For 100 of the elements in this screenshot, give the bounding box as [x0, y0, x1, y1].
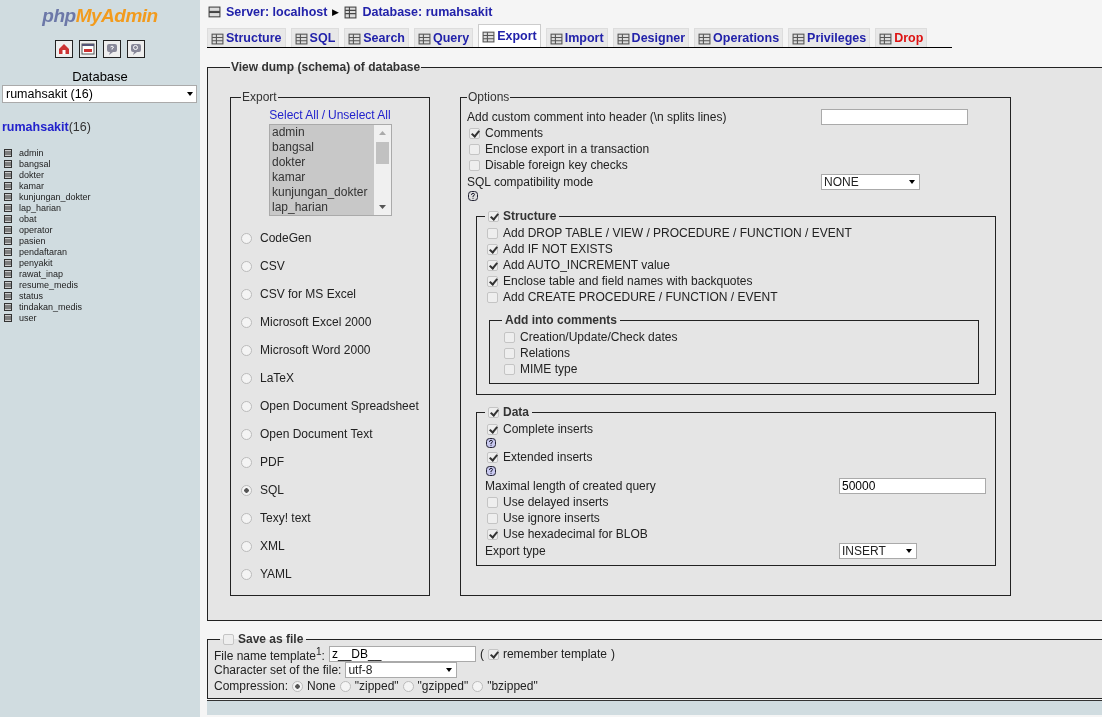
table-icon[interactable] — [4, 181, 12, 190]
table-link[interactable]: kunjungan_dokter — [19, 191, 91, 202]
radio-button[interactable] — [241, 260, 252, 272]
input-field[interactable]: 50000 — [839, 477, 986, 494]
table-link[interactable]: kamar — [19, 180, 44, 191]
checkbox[interactable] — [487, 423, 498, 435]
radio-button[interactable] — [402, 680, 414, 692]
table-link[interactable]: bangsal — [19, 158, 51, 169]
table-link[interactable]: rawat_inap — [19, 268, 64, 279]
database-select[interactable]: rumahsakit (16) — [2, 85, 197, 103]
database-link[interactable]: rumahsakit — [2, 120, 69, 134]
radio-button[interactable] — [241, 484, 252, 496]
checkbox[interactable] — [504, 331, 515, 343]
tab[interactable]: Query — [414, 28, 474, 47]
radio-button[interactable] — [292, 680, 304, 692]
table-icon[interactable] — [4, 269, 12, 278]
table-link[interactable]: pasien — [19, 235, 46, 246]
table-link[interactable]: dokter — [19, 169, 44, 180]
checkbox[interactable] — [469, 159, 480, 171]
radio-button[interactable] — [241, 568, 252, 580]
checkbox[interactable] — [223, 633, 234, 645]
database-link[interactable]: Database: rumahsakit — [362, 5, 493, 19]
select-all-link[interactable]: Select All — [269, 108, 319, 122]
help-icon[interactable] — [486, 438, 496, 448]
charset-select[interactable]: utf-8 — [345, 662, 458, 678]
table-icon[interactable] — [4, 280, 12, 289]
table-icon[interactable] — [4, 258, 12, 267]
compatibility-select[interactable]: NONE — [821, 173, 920, 190]
input-field[interactable] — [821, 108, 968, 125]
table-link[interactable]: pendaftaran — [19, 246, 68, 257]
table-icon[interactable] — [4, 170, 12, 179]
tab[interactable]: Operations — [694, 28, 784, 47]
table-icon[interactable] — [4, 192, 12, 201]
checkbox[interactable] — [487, 648, 499, 660]
unselect-all-link[interactable]: Unselect All — [328, 108, 391, 122]
radio-button[interactable] — [241, 316, 252, 328]
table-icon[interactable] — [4, 203, 12, 212]
checkbox[interactable] — [488, 210, 499, 222]
checkbox[interactable] — [487, 451, 498, 463]
checkbox[interactable] — [504, 363, 515, 375]
checkbox[interactable] — [488, 406, 499, 418]
table-link[interactable]: resume_medis — [19, 279, 79, 290]
table-link[interactable]: status — [19, 290, 43, 301]
radio-button[interactable] — [241, 372, 252, 384]
export-type-select[interactable]: INSERT — [839, 542, 917, 559]
radio-button[interactable] — [241, 512, 252, 524]
checkbox[interactable] — [487, 291, 498, 303]
checkbox[interactable] — [487, 528, 498, 540]
table-icon[interactable] — [4, 148, 12, 157]
tab[interactable]: Structure — [207, 28, 286, 47]
server-link[interactable]: Server: localhost — [226, 5, 328, 19]
tab[interactable]: Designer — [612, 28, 690, 47]
table-listbox[interactable]: admin bangsal dokter kamar kunjungan_dokter lap_harian — [269, 124, 392, 216]
table-link[interactable]: tindakan_medis — [19, 301, 83, 312]
checkbox[interactable] — [504, 347, 515, 359]
format-label: Texy! text — [260, 511, 311, 525]
table-link[interactable]: operator — [19, 224, 53, 235]
tab[interactable]: Search — [344, 28, 409, 47]
help-icon[interactable] — [486, 466, 496, 476]
table-icon[interactable] — [4, 247, 12, 256]
table-icon[interactable] — [4, 214, 12, 223]
table-icon[interactable] — [4, 302, 12, 311]
sql-window-icon[interactable] — [79, 40, 97, 58]
table-link[interactable]: obat — [19, 213, 37, 224]
tab[interactable]: Import — [545, 28, 608, 47]
table-link[interactable]: user — [19, 312, 37, 323]
checkbox[interactable] — [469, 143, 480, 155]
radio-button[interactable] — [241, 232, 252, 244]
radio-button[interactable] — [241, 428, 252, 440]
tab[interactable]: Privileges — [788, 28, 871, 47]
table-link[interactable]: penyakit — [19, 257, 53, 268]
help-icon[interactable] — [468, 191, 478, 201]
radio-button[interactable] — [241, 288, 252, 300]
radio-button[interactable] — [339, 680, 351, 692]
tab[interactable]: SQL — [290, 28, 340, 47]
checkbox[interactable] — [487, 227, 498, 239]
tab[interactable]: Drop — [875, 28, 928, 47]
checkbox[interactable] — [487, 259, 498, 271]
checkbox[interactable] — [487, 243, 498, 255]
table-link[interactable]: admin — [19, 147, 44, 158]
scrollbar[interactable] — [374, 125, 391, 215]
radio-button[interactable] — [241, 400, 252, 412]
home-icon[interactable] — [55, 40, 73, 58]
radio-button[interactable] — [241, 540, 252, 552]
table-icon[interactable] — [4, 313, 12, 322]
radio-button[interactable] — [472, 680, 484, 692]
radio-button[interactable] — [241, 456, 252, 468]
filename-field[interactable]: z__DB__ — [328, 646, 476, 662]
table-icon[interactable] — [4, 291, 12, 300]
checkbox[interactable] — [487, 496, 498, 508]
table-icon[interactable] — [4, 225, 12, 234]
checkbox[interactable] — [487, 275, 498, 287]
tab[interactable]: Export — [478, 24, 541, 47]
table-link[interactable]: lap_harian — [19, 202, 62, 213]
table-icon[interactable] — [4, 159, 12, 168]
radio-button[interactable] — [241, 344, 252, 356]
checkbox[interactable] — [469, 127, 480, 139]
table-icon[interactable] — [4, 236, 12, 245]
help-icon[interactable] — [103, 40, 121, 58]
checkbox[interactable] — [487, 512, 498, 524]
